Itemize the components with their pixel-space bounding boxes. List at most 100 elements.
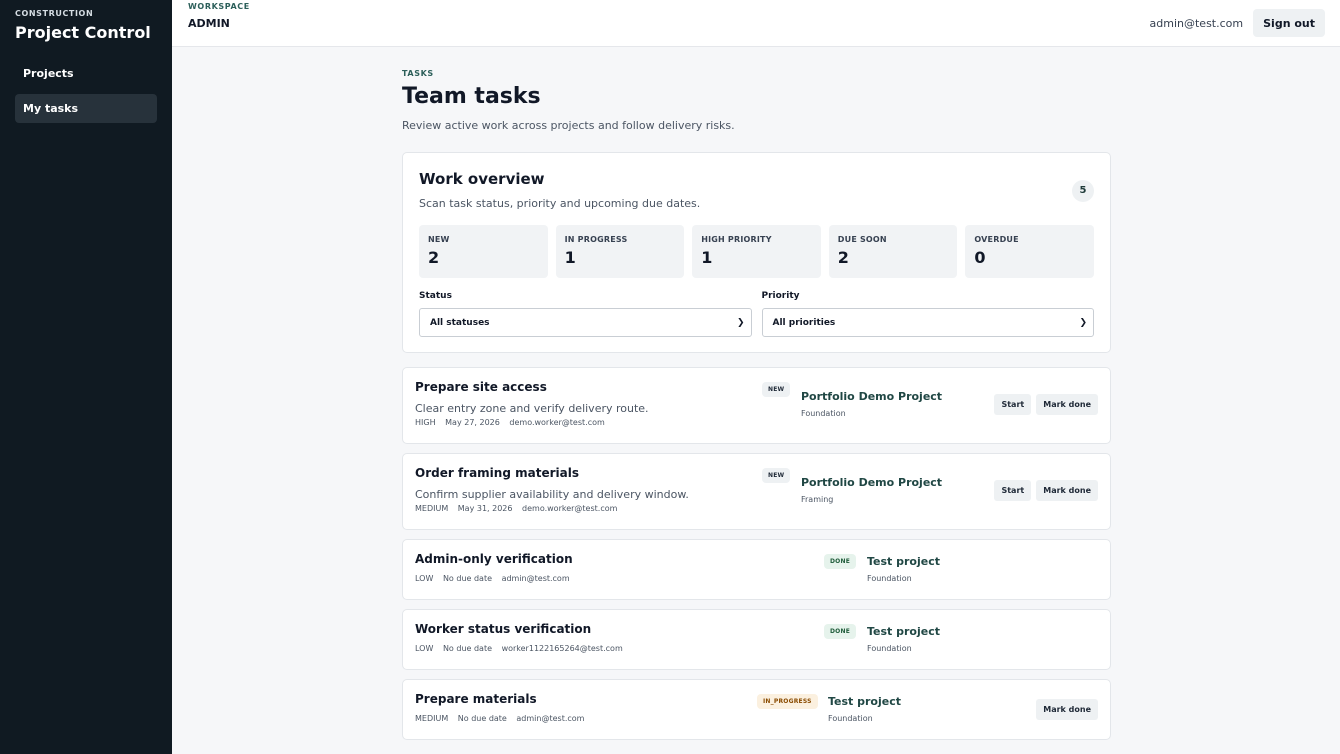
mark-done-button[interactable]: Mark done — [1036, 480, 1098, 501]
page-content: TASKS Team tasks Review active work acro… — [402, 47, 1111, 749]
user-area: admin@test.com Sign out — [1150, 9, 1325, 37]
sidebar: CONSTRUCTION Project Control Projects My… — [0, 0, 172, 754]
status-badge: NEW — [762, 382, 791, 397]
stat-label: OVERDUE — [974, 235, 1019, 244]
task-project: Portfolio Demo Project Foundation — [801, 390, 942, 418]
task-meta: LOW No due date worker1122165264@test.co… — [415, 644, 1098, 653]
stat-new: NEW 2 — [419, 225, 548, 278]
start-button[interactable]: Start — [994, 394, 1032, 415]
task-card: Prepare site access Clear entry zone and… — [402, 367, 1111, 444]
task-assignee: demo.worker@test.com — [522, 504, 618, 513]
task-title: Prepare site access — [415, 380, 547, 394]
stat-label: IN PROGRESS — [564, 235, 628, 244]
project-phase: Foundation — [801, 409, 846, 418]
sidebar-nav: Projects My tasks — [15, 59, 157, 123]
mark-done-button[interactable]: Mark done — [1036, 394, 1098, 415]
priority-filter: Priority All priorities ❯ — [761, 291, 1094, 337]
workspace-info: WORKSPACE ADMIN — [188, 0, 250, 30]
task-meta: LOW No due date admin@test.com — [415, 574, 1098, 583]
project-phase: Foundation — [828, 714, 873, 723]
status-badge: DONE — [824, 554, 857, 569]
stat-value: 2 — [837, 248, 849, 267]
task-meta: MEDIUM May 31, 2026 demo.worker@test.com — [415, 504, 1098, 513]
task-meta: HIGH May 27, 2026 demo.worker@test.com — [415, 418, 1098, 427]
project-phase: Foundation — [867, 644, 912, 653]
task-due-date: May 27, 2026 — [445, 418, 500, 427]
task-card: Prepare materials MEDIUM No due date adm… — [402, 679, 1111, 740]
stat-label: HIGH PRIORITY — [701, 235, 772, 244]
task-due-date: No due date — [442, 574, 493, 583]
task-title: Admin-only verification — [415, 552, 573, 566]
stat-value: 1 — [564, 248, 576, 267]
task-assignee: demo.worker@test.com — [509, 418, 605, 427]
brand-title: Project Control — [15, 23, 151, 42]
brand-kicker: CONSTRUCTION — [15, 9, 94, 18]
user-email: admin@test.com — [1149, 16, 1244, 30]
page-kicker: TASKS — [402, 69, 434, 78]
status-select-value: All statuses — [430, 317, 490, 328]
page-subtitle: Review active work across projects and f… — [402, 119, 735, 132]
project-link[interactable]: Test project — [828, 695, 901, 708]
main-area: WORKSPACE ADMIN admin@test.com Sign out … — [172, 0, 1340, 754]
sidebar-item-projects[interactable]: Projects — [15, 59, 157, 88]
task-assignee: worker1122165264@test.com — [501, 644, 623, 653]
project-link[interactable]: Test project — [867, 625, 940, 638]
task-card: Worker status verification LOW No due da… — [402, 609, 1111, 670]
sidebar-item-my-tasks[interactable]: My tasks — [15, 94, 157, 123]
status-filter-label: Status — [419, 291, 452, 301]
chevron-down-icon: ❯ — [1079, 317, 1087, 328]
work-overview-card: Work overview Scan task status, priority… — [402, 152, 1111, 353]
task-card: Admin-only verification LOW No due date … — [402, 539, 1111, 600]
task-card: Order framing materials Confirm supplier… — [402, 453, 1111, 530]
task-assignee: admin@test.com — [501, 574, 570, 583]
filters-row: Status All statuses ❯ Priority All prior… — [419, 291, 1094, 337]
task-due-date: No due date — [457, 714, 507, 723]
task-title: Order framing materials — [415, 466, 579, 480]
task-due-date: May 31, 2026 — [457, 504, 513, 513]
task-actions: Start Mark done — [994, 394, 1098, 415]
task-actions: Mark done — [1036, 699, 1098, 720]
task-priority: MEDIUM — [415, 504, 449, 513]
task-title: Worker status verification — [415, 622, 592, 636]
task-due-date: No due date — [442, 644, 493, 653]
stat-label: DUE SOON — [837, 235, 887, 244]
overview-subtitle: Scan task status, priority and upcoming … — [419, 197, 701, 210]
priority-filter-label: Priority — [761, 291, 800, 301]
stat-value: 2 — [428, 248, 440, 267]
mark-done-button[interactable]: Mark done — [1036, 699, 1098, 720]
task-priority: MEDIUM — [415, 714, 449, 723]
task-list: Prepare site access Clear entry zone and… — [402, 367, 1111, 740]
stat-high-priority: HIGH PRIORITY 1 — [692, 225, 821, 278]
stat-value: 0 — [974, 248, 986, 267]
stat-in-progress: IN PROGRESS 1 — [555, 225, 685, 278]
priority-select[interactable]: All priorities ❯ — [761, 308, 1094, 337]
stat-label: NEW — [428, 235, 450, 244]
app-root: CONSTRUCTION Project Control Projects My… — [0, 0, 1340, 754]
project-link[interactable]: Portfolio Demo Project — [801, 390, 942, 403]
topbar: WORKSPACE ADMIN admin@test.com Sign out — [172, 0, 1340, 47]
task-assignee: admin@test.com — [516, 714, 585, 723]
task-project: Test project Foundation — [867, 555, 940, 583]
status-select[interactable]: All statuses ❯ — [419, 308, 752, 337]
task-count-badge: 5 — [1072, 180, 1094, 202]
task-project: Test project Foundation — [867, 625, 940, 653]
task-priority: HIGH — [415, 418, 436, 427]
status-badge: NEW — [762, 468, 791, 483]
task-project: Portfolio Demo Project Framing — [801, 476, 942, 504]
workspace-name: ADMIN — [188, 17, 230, 30]
status-filter: Status All statuses ❯ — [419, 291, 752, 337]
stat-due-soon: DUE SOON 2 — [828, 225, 958, 278]
task-priority: LOW — [415, 574, 434, 583]
priority-select-value: All priorities — [772, 317, 836, 328]
start-button[interactable]: Start — [994, 480, 1032, 501]
project-link[interactable]: Test project — [867, 555, 940, 568]
sign-out-button[interactable]: Sign out — [1253, 9, 1325, 37]
task-meta: MEDIUM No due date admin@test.com — [415, 714, 1098, 723]
page-title: Team tasks — [402, 84, 541, 109]
task-priority: LOW — [415, 644, 434, 653]
status-badge: DONE — [824, 624, 857, 639]
status-badge: IN_PROGRESS — [757, 694, 818, 709]
overview-title: Work overview — [419, 170, 545, 188]
project-phase: Foundation — [867, 574, 912, 583]
project-link[interactable]: Portfolio Demo Project — [801, 476, 942, 489]
